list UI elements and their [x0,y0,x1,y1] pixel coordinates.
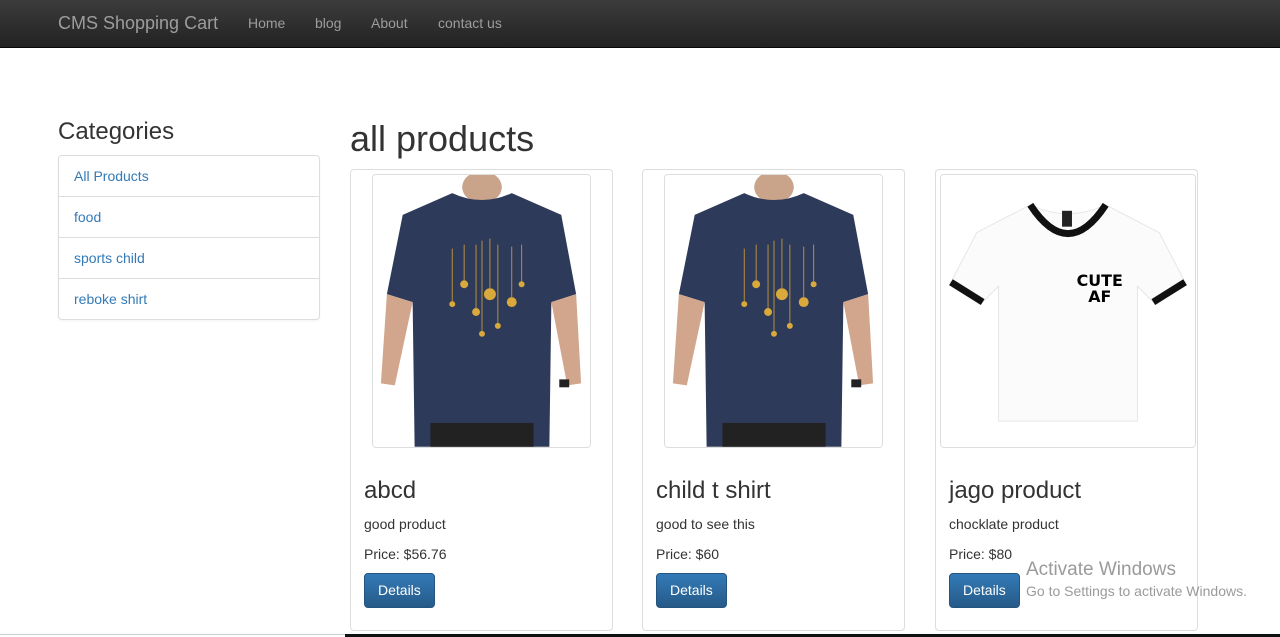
category-item-sports-child[interactable]: sports child [59,238,319,279]
brand-link[interactable]: CMS Shopping Cart [58,13,218,34]
category-item-all-products[interactable]: All Products [59,156,319,197]
details-button[interactable]: Details [949,573,1020,608]
product-image[interactable] [372,174,591,448]
product-price: Price: $60 [656,546,720,562]
nav-about[interactable]: About [371,15,408,31]
product-card: child t shirt good to see this Price: $6… [642,169,905,631]
activate-windows-subtitle: Go to Settings to activate Windows. [1026,583,1247,599]
product-image[interactable]: CUTE AF [940,174,1196,448]
white-ringer-tshirt-image: CUTE AF [941,175,1195,447]
navy-tshirt-image [665,175,882,447]
top-navbar: CMS Shopping Cart Home blog About contac… [0,0,1280,48]
product-description: chocklate product [949,516,1059,532]
product-image[interactable] [664,174,883,448]
product-name: jago product [949,477,1082,504]
product-description: good to see this [656,516,755,532]
categories-heading: Categories [58,118,175,145]
product-price: Price: $56.76 [364,546,447,562]
product-price: Price: $80 [949,546,1013,562]
product-name: child t shirt [656,477,771,504]
bottom-divider [0,634,345,635]
product-description: good product [364,516,446,532]
activate-windows-title: Activate Windows [1026,559,1176,580]
svg-text:AF: AF [1088,287,1111,306]
nav-contact[interactable]: contact us [438,15,502,31]
category-item-reboke-shirt[interactable]: reboke shirt [59,279,319,319]
nav-blog[interactable]: blog [315,15,341,31]
product-card: abcd good product Price: $56.76 Details [350,169,613,631]
navy-tshirt-image [373,175,590,447]
product-name: abcd [364,477,417,504]
details-button[interactable]: Details [656,573,727,608]
categories-list: All Products food sports child reboke sh… [58,155,320,320]
nav-home[interactable]: Home [248,15,285,31]
details-button[interactable]: Details [364,573,435,608]
category-item-food[interactable]: food [59,197,319,238]
page-title: all products [350,118,535,159]
